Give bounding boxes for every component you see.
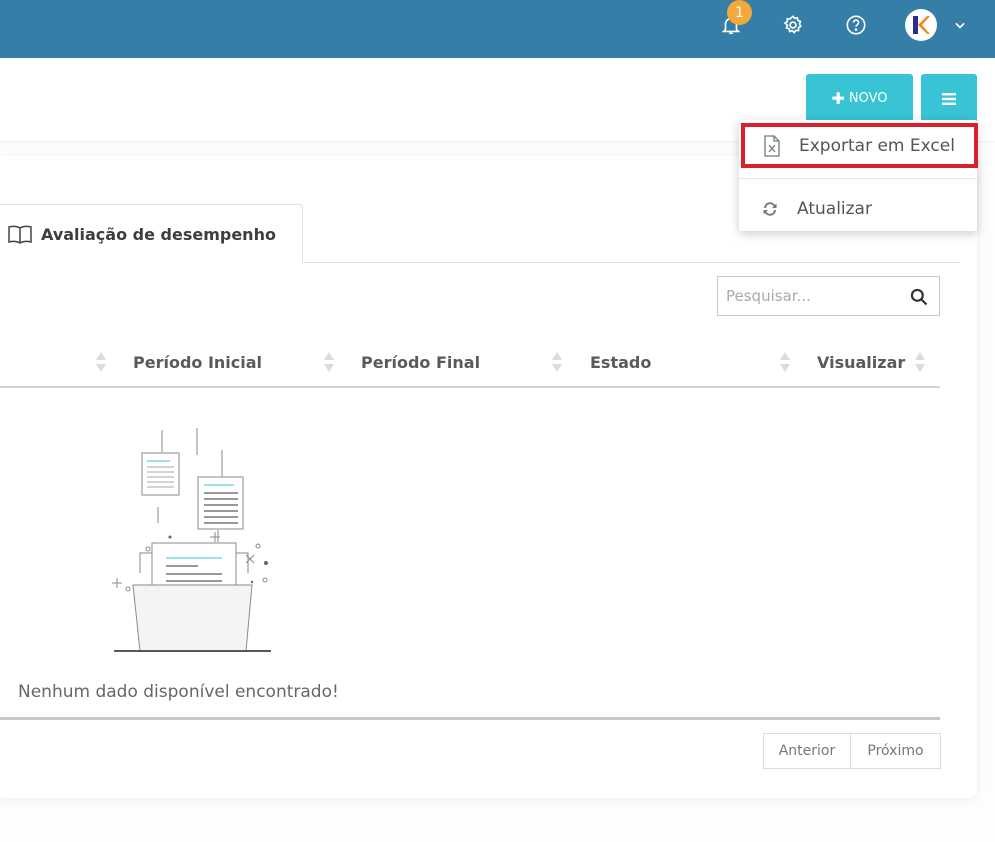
search-box — [717, 276, 940, 316]
search-input[interactable] — [718, 278, 898, 314]
sort-icon[interactable] — [324, 350, 334, 376]
table-footer-divider — [0, 717, 940, 720]
column-header-end-period[interactable]: Período Final — [361, 350, 480, 374]
avatar[interactable] — [905, 9, 937, 41]
tab-label: Avaliação de desempenho — [41, 224, 276, 244]
chevron-down-icon[interactable] — [950, 15, 970, 39]
notification-badge: 1 — [727, 0, 752, 25]
book-icon — [8, 225, 32, 244]
column-header-start-period[interactable]: Período Inicial — [133, 350, 262, 374]
empty-message: Nenhum dado disponível encontrado! — [18, 682, 339, 702]
excel-file-icon — [764, 134, 780, 157]
top-navbar: 1 — [0, 0, 995, 58]
search-icon[interactable] — [909, 287, 929, 311]
plus-icon: ✚ — [831, 89, 845, 108]
pagination: Anterior Próximo — [763, 733, 941, 769]
actions-dropdown-menu: Exportar em Excel Atualizar — [739, 120, 978, 231]
sort-icon[interactable] — [552, 350, 562, 376]
menu-item-export-excel[interactable]: Exportar em Excel — [741, 123, 978, 168]
tab-performance-evaluation[interactable]: Avaliação de desempenho — [0, 204, 303, 263]
column-header-view[interactable]: Visualizar — [817, 350, 905, 374]
table-header-divider — [0, 386, 940, 388]
menu-item-label: Atualizar — [797, 199, 872, 219]
menu-button[interactable] — [921, 74, 977, 123]
menu-item-refresh[interactable]: Atualizar — [739, 187, 977, 231]
gear-icon[interactable] — [780, 12, 806, 38]
next-page-button[interactable]: Próximo — [851, 734, 940, 768]
sort-icon[interactable] — [780, 350, 790, 376]
menu-item-label: Exportar em Excel — [799, 135, 955, 156]
menu-divider — [739, 178, 977, 179]
previous-page-button[interactable]: Anterior — [764, 734, 851, 768]
hamburger-icon — [942, 92, 956, 105]
sort-icon[interactable] — [915, 350, 925, 376]
help-icon[interactable] — [843, 12, 869, 38]
refresh-icon — [763, 202, 777, 216]
column-header-status[interactable]: Estado — [590, 350, 651, 374]
new-button[interactable]: ✚ NOVO — [806, 74, 913, 123]
empty-folder-illustration — [112, 428, 271, 652]
new-button-label: NOVO — [848, 91, 888, 106]
tab-divider — [302, 262, 960, 263]
sort-icon[interactable] — [96, 350, 106, 376]
